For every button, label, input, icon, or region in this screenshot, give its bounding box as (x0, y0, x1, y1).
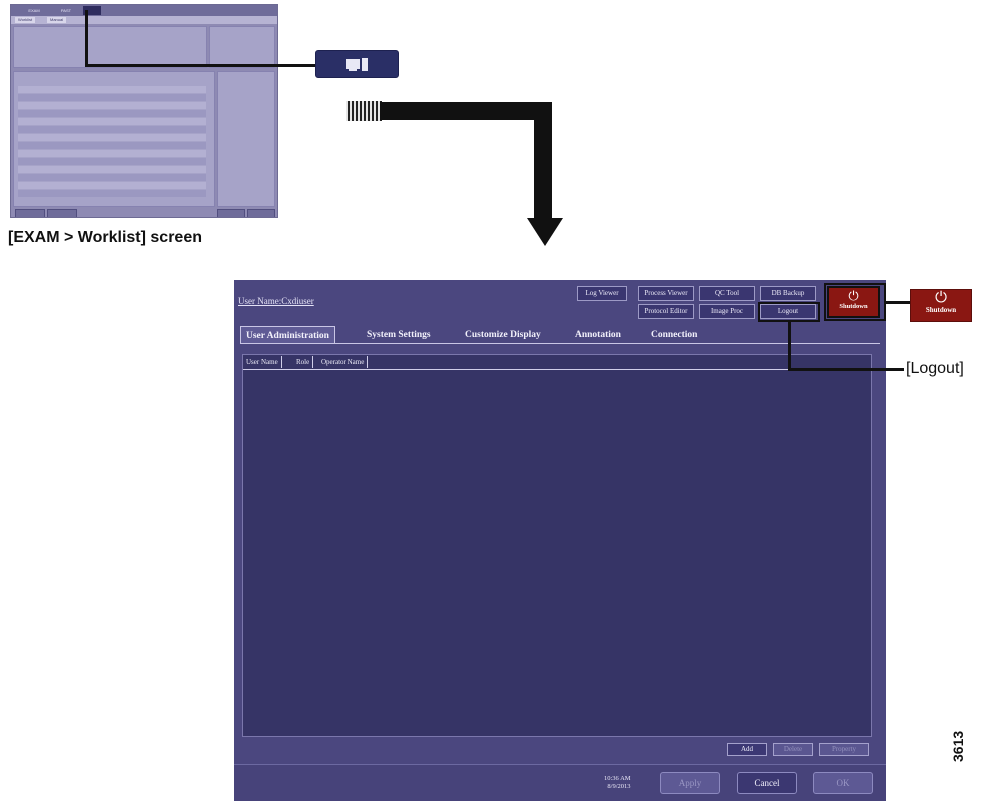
thumb-row (18, 118, 206, 125)
column-operator-name[interactable]: Operator Name (318, 356, 369, 368)
thumb-button (247, 209, 275, 217)
window-footer: 10:36 AM 8/9/2013 Apply Cancel OK (234, 764, 886, 801)
thumb-row (18, 150, 206, 157)
thumb-row (18, 102, 206, 109)
logout-highlight (758, 302, 820, 322)
logout-callout-label: [Logout] (906, 360, 964, 377)
tab-system-settings[interactable]: System Settings (367, 326, 431, 344)
thumb-button (47, 209, 77, 217)
tab-divider (240, 343, 880, 344)
shutdown-callout-line (886, 301, 910, 304)
thumb-side-panel (209, 26, 275, 68)
tab-customize-display[interactable]: Customize Display (465, 326, 541, 344)
thumbnail-caption: [EXAM > Worklist] screen (8, 229, 202, 246)
tab-user-administration[interactable]: User Administration (240, 326, 335, 344)
thumb-row (18, 134, 206, 141)
thumb-button (15, 209, 45, 217)
shutdown-callout: ⏻ Shutdown (910, 289, 972, 322)
connector-line (85, 10, 88, 67)
image-proc-button[interactable]: Image Proc (699, 304, 755, 319)
thumb-row (18, 142, 206, 149)
add-button[interactable]: Add (727, 743, 767, 756)
protocol-editor-button[interactable]: Protocol Editor (638, 304, 694, 319)
apply-button[interactable]: Apply (660, 772, 720, 794)
thumb-tab-past: PAST (60, 8, 72, 13)
system-tab-callout (315, 50, 399, 78)
user-name-label: User Name:Cxdiuser (238, 296, 314, 306)
user-table-header: User Name Role Operator Name (243, 355, 871, 370)
thumb-preview-panel (217, 71, 275, 207)
arrow-shaft (534, 102, 552, 220)
column-role[interactable]: Role (293, 356, 314, 368)
shutdown-highlight (824, 283, 886, 321)
thumb-tab-bar: EXAM PAST (11, 5, 277, 16)
log-viewer-button[interactable]: Log Viewer (577, 286, 627, 301)
cancel-button[interactable]: Cancel (737, 772, 797, 794)
thumb-row (18, 174, 206, 181)
connector-line (85, 64, 317, 67)
arrow-down-icon (527, 218, 563, 246)
thumb-row (18, 86, 206, 93)
arrow-shaft (380, 102, 552, 120)
arrow-tail (346, 101, 382, 121)
thumb-subtab-worklist: Worklist (15, 17, 36, 23)
thumb-row (18, 166, 206, 173)
property-button[interactable]: Property (819, 743, 869, 756)
worklist-thumbnail: EXAM PAST Worklist Manual (10, 4, 278, 218)
db-backup-button[interactable]: DB Backup (760, 286, 816, 301)
user-table[interactable]: User Name Role Operator Name (242, 354, 872, 737)
qc-tool-button[interactable]: QC Tool (699, 286, 755, 301)
thumb-row (18, 126, 206, 133)
thumb-row (18, 158, 206, 165)
clock: 10:36 AM 8/9/2013 (604, 775, 631, 791)
thumb-row (18, 182, 206, 189)
column-user-name[interactable]: User Name (243, 356, 282, 368)
process-viewer-button[interactable]: Process Viewer (638, 286, 694, 301)
thumb-search-panel (13, 26, 207, 68)
thumb-row (18, 190, 206, 197)
thumb-row (18, 94, 206, 101)
monitor-icon (346, 58, 368, 71)
tab-annotation[interactable]: Annotation (575, 326, 621, 344)
power-icon: ⏻ (935, 290, 947, 306)
figure-number: 3613 (950, 730, 966, 762)
delete-button[interactable]: Delete (773, 743, 813, 756)
thumb-row (18, 110, 206, 117)
ok-button[interactable]: OK (813, 772, 873, 794)
tab-bar: User Administration System Settings Cust… (240, 326, 880, 344)
clock-date: 8/9/2013 (607, 783, 631, 790)
clock-time: 10:36 AM (604, 775, 631, 782)
tab-connection[interactable]: Connection (651, 326, 697, 344)
thumb-button (217, 209, 245, 217)
shutdown-callout-label: Shutdown (925, 306, 957, 314)
logout-callout-line (788, 368, 904, 371)
thumb-tab-exam: EXAM (28, 8, 40, 13)
thumb-subtab-manual: Manual (47, 17, 67, 23)
logout-callout-line (788, 322, 791, 370)
thumb-list-panel (13, 71, 215, 207)
